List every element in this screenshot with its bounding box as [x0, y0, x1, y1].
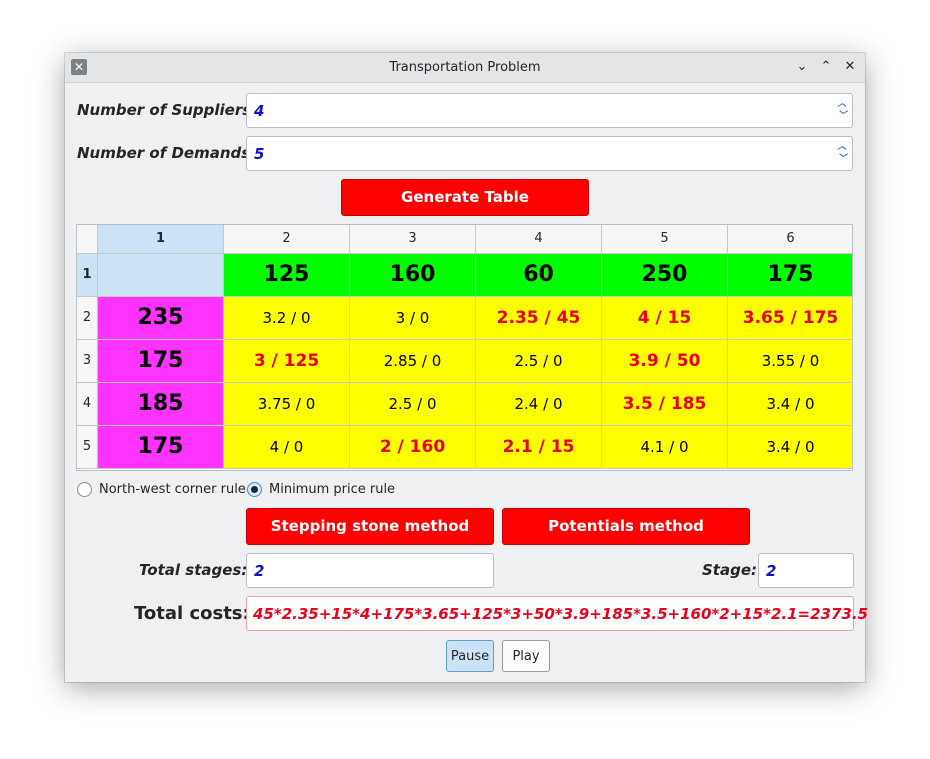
- column-header[interactable]: 2: [224, 225, 350, 254]
- stage-field[interactable]: 2: [758, 553, 854, 588]
- cost-cell[interactable]: 2.35 / 45: [476, 297, 602, 340]
- demands-label: Number of Demands:: [77, 144, 257, 162]
- chevron-down-icon[interactable]: ⌄: [793, 58, 811, 76]
- suppliers-spinbox[interactable]: 4 ︿ ﹀: [246, 93, 853, 128]
- cost-cell[interactable]: 4 / 0: [224, 426, 350, 469]
- spin-arrows-icon[interactable]: ︿ ﹀: [836, 141, 848, 165]
- cost-cell[interactable]: 2.4 / 0: [476, 383, 602, 426]
- demands-value: 5: [254, 145, 265, 163]
- cost-cell[interactable]: 2.5 / 0: [476, 340, 602, 383]
- title-bar: ✕ Transportation Problem ⌄ ⌃ ✕: [65, 53, 865, 83]
- cost-cell[interactable]: 3 / 0: [350, 297, 476, 340]
- cost-cell[interactable]: 3.55 / 0: [728, 340, 852, 383]
- cost-cell[interactable]: 3 / 125: [224, 340, 350, 383]
- pause-button[interactable]: Pause: [446, 640, 494, 672]
- transport-table[interactable]: 1 2 3 4 5 6 1 2 3 4 5 125 160 60 250 175 235 3.2 / 03 / 0…: [76, 224, 853, 471]
- column-header[interactable]: 6: [728, 225, 852, 254]
- cost-cell[interactable]: 3.2 / 0: [224, 297, 350, 340]
- generate-table-button[interactable]: Generate Table: [341, 179, 589, 216]
- demand-cell[interactable]: 60: [476, 254, 602, 297]
- demand-cell[interactable]: 160: [350, 254, 476, 297]
- spin-arrows-icon[interactable]: ︿ ﹀: [836, 98, 848, 122]
- column-header[interactable]: 1: [98, 225, 224, 254]
- row-header[interactable]: 4: [77, 383, 98, 426]
- stepping-stone-button[interactable]: Stepping stone method: [246, 508, 494, 545]
- row-header[interactable]: 1: [77, 254, 98, 297]
- demand-cell[interactable]: 250: [602, 254, 728, 297]
- cost-cell[interactable]: 2.1 / 15: [476, 426, 602, 469]
- column-header[interactable]: 4: [476, 225, 602, 254]
- chevron-up-icon[interactable]: ⌃: [817, 58, 835, 76]
- supply-cell[interactable]: 235: [98, 297, 224, 340]
- row-header[interactable]: 2: [77, 297, 98, 340]
- supply-cell[interactable]: 175: [98, 426, 224, 469]
- northwest-rule-radio[interactable]: [77, 482, 92, 497]
- total-stages-label: Total stages:: [139, 561, 248, 579]
- table-corner: [77, 225, 98, 254]
- cost-cell[interactable]: 3.65 / 175: [728, 297, 852, 340]
- cost-cell[interactable]: 4 / 15: [602, 297, 728, 340]
- column-header[interactable]: 3: [350, 225, 476, 254]
- cost-cell[interactable]: 3.4 / 0: [728, 383, 852, 426]
- northwest-rule-label: North-west corner rule: [99, 482, 246, 497]
- demands-spinbox[interactable]: 5 ︿ ﹀: [246, 136, 853, 171]
- supply-cell[interactable]: 185: [98, 383, 224, 426]
- total-costs-label: Total costs:: [134, 603, 250, 624]
- minimum-price-rule-radio[interactable]: [247, 482, 262, 497]
- total-costs-field[interactable]: 45*2.35+15*4+175*3.65+125*3+50*3.9+185*3…: [246, 596, 868, 631]
- table-cell-empty[interactable]: [98, 254, 224, 297]
- total-stages-field[interactable]: 2: [246, 553, 494, 588]
- potentials-button[interactable]: Potentials method: [502, 508, 750, 545]
- stage-value: 2: [766, 562, 777, 580]
- row-header[interactable]: 3: [77, 340, 98, 383]
- column-header[interactable]: 5: [602, 225, 728, 254]
- cost-cell[interactable]: 4.1 / 0: [602, 426, 728, 469]
- main-window: ✕ Transportation Problem ⌄ ⌃ ✕ Number of…: [65, 53, 868, 682]
- cost-cell[interactable]: 3.9 / 50: [602, 340, 728, 383]
- demand-cell[interactable]: 125: [224, 254, 350, 297]
- stage-label: Stage:: [702, 561, 758, 579]
- window-title: Transportation Problem: [389, 60, 541, 75]
- row-header[interactable]: 5: [77, 426, 98, 469]
- suppliers-value: 4: [254, 102, 265, 120]
- cost-cell[interactable]: 3.75 / 0: [224, 383, 350, 426]
- demand-cell[interactable]: 175: [728, 254, 852, 297]
- minimum-price-rule-label: Minimum price rule: [269, 482, 396, 497]
- cost-cell[interactable]: 2.85 / 0: [350, 340, 476, 383]
- suppliers-label: Number of Suppliers:: [77, 101, 258, 119]
- cost-cell[interactable]: 3.4 / 0: [728, 426, 852, 469]
- cost-cell[interactable]: 2 / 160: [350, 426, 476, 469]
- close-icon[interactable]: ✕: [841, 58, 859, 76]
- play-button[interactable]: Play: [502, 640, 550, 672]
- supply-cell[interactable]: 175: [98, 340, 224, 383]
- cost-cell[interactable]: 3.5 / 185: [602, 383, 728, 426]
- total-stages-value: 2: [254, 562, 265, 580]
- cost-cell[interactable]: 2.5 / 0: [350, 383, 476, 426]
